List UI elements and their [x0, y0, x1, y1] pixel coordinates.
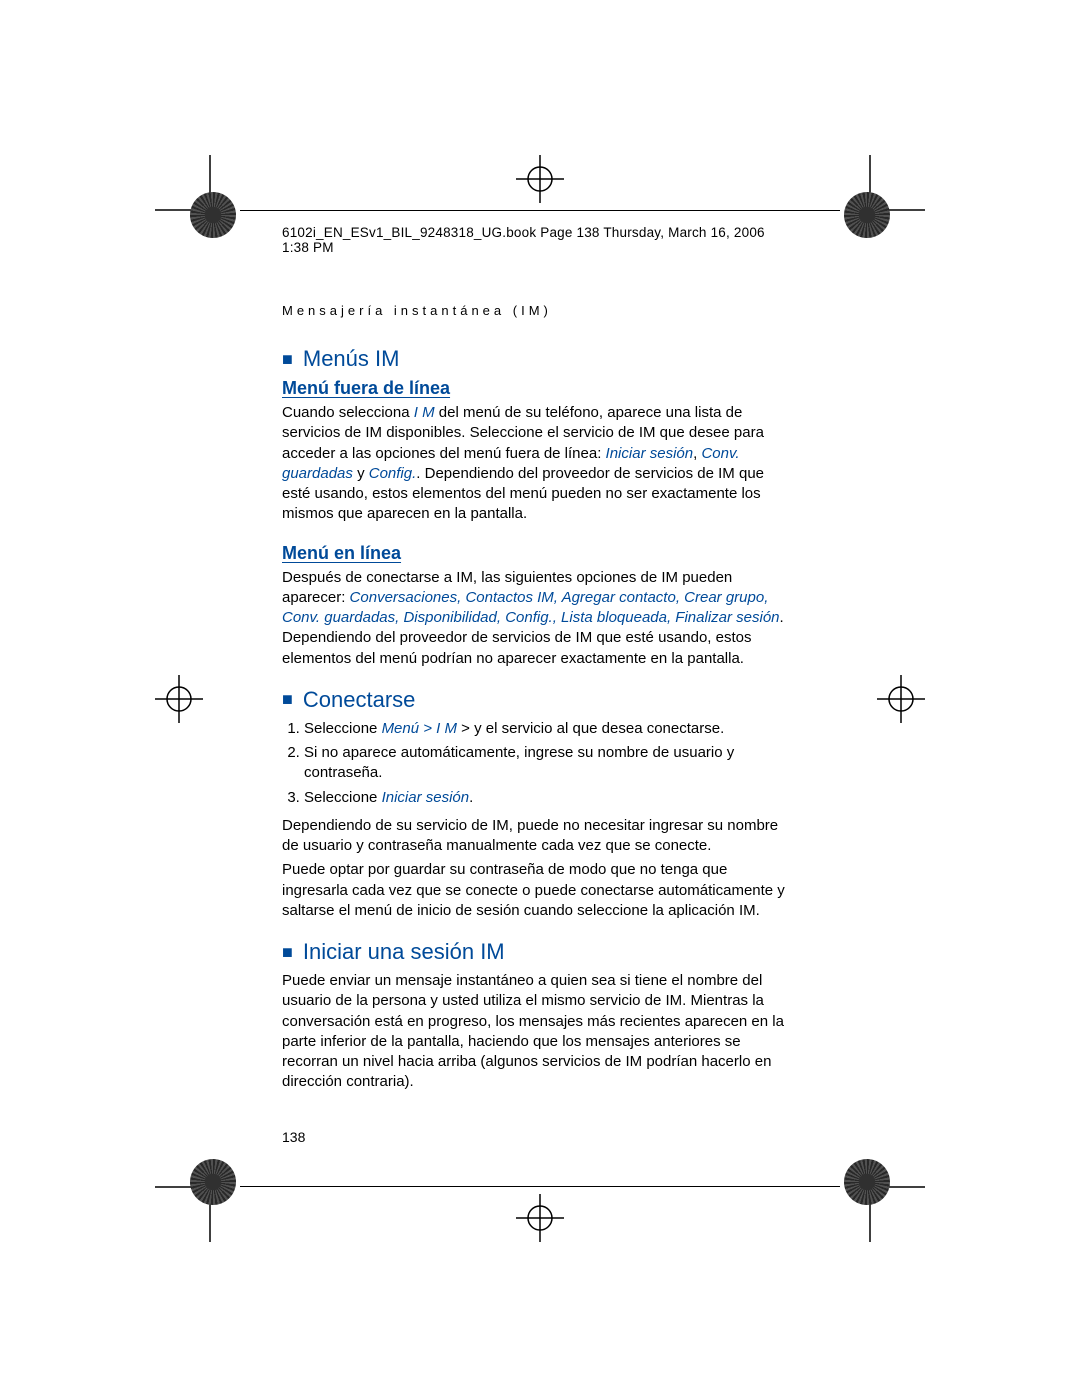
heading-conectarse: Conectarse	[282, 687, 792, 713]
crop-guide-line	[240, 1186, 840, 1187]
document-page: 6102i_EN_ESv1_BIL_9248318_UG.book Page 1…	[0, 0, 1080, 1397]
accent-text: Iniciar sesión	[606, 445, 694, 462]
heading-menus-im: Menús IM	[282, 346, 792, 372]
page-number: 138	[282, 1129, 792, 1145]
page-content: 6102i_EN_ESv1_BIL_9248318_UG.book Page 1…	[282, 225, 792, 1145]
paragraph-iniciar-sesion: Puede enviar un mensaje instantáneo a qu…	[282, 971, 792, 1093]
heading-text: Iniciar una sesión IM	[303, 939, 505, 965]
steps-list: Seleccione Menú > I M > y el servicio al…	[282, 719, 792, 808]
accent-text: Config.	[369, 465, 417, 482]
crop-mark-cross	[516, 1194, 564, 1242]
running-header: Mensajería instantánea (IM)	[282, 303, 792, 318]
subheading-menu-offline: Menú fuera de línea	[282, 378, 792, 399]
registration-radial-icon	[844, 1159, 890, 1205]
list-item: Seleccione Menú > I M > y el servicio al…	[304, 719, 792, 739]
accent-text: Conversaciones, Contactos IM, Agregar co…	[282, 589, 780, 626]
list-item: Seleccione Iniciar sesión.	[304, 788, 792, 808]
registration-radial-icon	[190, 1159, 236, 1205]
accent-text: Menú > I M	[382, 720, 457, 737]
text-run: Seleccione	[304, 720, 382, 737]
text-run: .	[469, 789, 473, 806]
registration-radial-icon	[190, 192, 236, 238]
file-header-text: 6102i_EN_ESv1_BIL_9248318_UG.book Page 1…	[282, 225, 792, 255]
crop-guide-line	[240, 210, 840, 211]
text-run: > y el servicio al que desea conectarse.	[457, 720, 724, 737]
heading-text: Conectarse	[303, 687, 416, 713]
accent-text: Iniciar sesión	[382, 789, 470, 806]
registration-radial-icon	[844, 192, 890, 238]
text-run: Seleccione	[304, 789, 382, 806]
paragraph-conectarse-1: Dependiendo de su servicio de IM, puede …	[282, 816, 792, 857]
paragraph-conectarse-2: Puede optar por guardar su contraseña de…	[282, 860, 792, 921]
paragraph-offline: Cuando selecciona I M del menú de su tel…	[282, 403, 792, 525]
list-item: Si no aparece automáticamente, ingrese s…	[304, 743, 792, 784]
subheading-menu-online: Menú en línea	[282, 543, 792, 564]
accent-text: I M	[414, 404, 435, 421]
crop-mark-cross	[155, 675, 203, 723]
crop-mark-cross	[516, 155, 564, 203]
heading-iniciar-sesion: Iniciar una sesión IM	[282, 939, 792, 965]
text-run: y	[353, 465, 369, 482]
text-run: Cuando selecciona	[282, 404, 414, 421]
heading-text: Menús IM	[303, 346, 400, 372]
paragraph-online: Después de conectarse a IM, las siguient…	[282, 568, 792, 669]
crop-mark-cross	[877, 675, 925, 723]
